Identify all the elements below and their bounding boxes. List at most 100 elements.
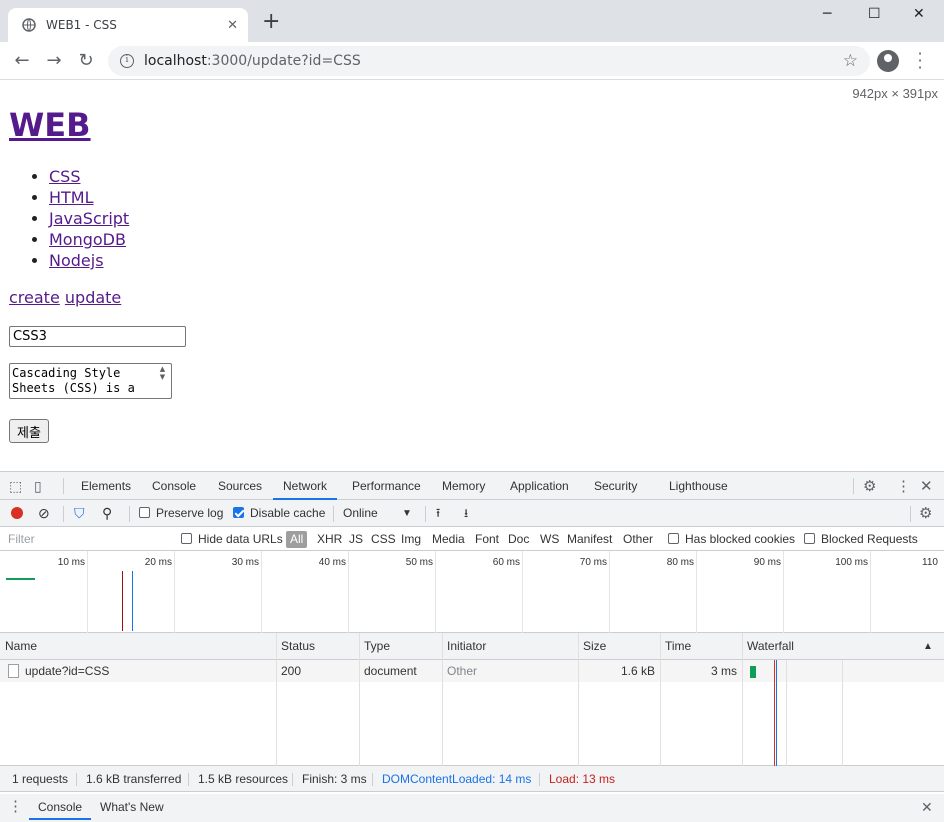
- column-header-time[interactable]: Time: [660, 633, 691, 660]
- create-link[interactable]: create: [9, 288, 60, 307]
- tab-application[interactable]: Application: [500, 472, 579, 500]
- disable-cache-checkbox[interactable]: Disable cache: [233, 500, 325, 527]
- tab-elements[interactable]: Elements: [71, 472, 141, 500]
- filter-type-all[interactable]: All: [286, 531, 308, 548]
- description-textarea[interactable]: Cascading Style Sheets (CSS) is a: [9, 363, 172, 399]
- preserve-log-checkbox[interactable]: Preserve log: [139, 500, 223, 527]
- column-divider[interactable]: [442, 633, 443, 766]
- requests-count: 1 requests: [12, 772, 69, 786]
- maximize-button[interactable]: ☐: [868, 6, 881, 22]
- nav-link-nodejs[interactable]: Nodejs: [49, 251, 104, 270]
- column-header-status[interactable]: Status: [276, 633, 315, 660]
- sort-ascending-icon[interactable]: ▲: [918, 633, 933, 660]
- filter-type-xhr[interactable]: XHR: [317, 527, 342, 551]
- address-bar[interactable]: i localhost:3000/update?id=CSS ☆: [108, 46, 870, 76]
- filter-type-ws[interactable]: WS: [540, 527, 559, 551]
- search-icon[interactable]: ⚲: [102, 500, 112, 527]
- close-tab-icon[interactable]: ✕: [227, 18, 238, 33]
- divider: [333, 506, 334, 522]
- tab-performance[interactable]: Performance: [342, 472, 431, 500]
- tab-sources[interactable]: Sources: [208, 472, 272, 500]
- tick-label: 80 ms: [666, 557, 694, 568]
- drawer-tab-console[interactable]: Console: [29, 794, 92, 820]
- filter-type-media[interactable]: Media: [432, 527, 465, 551]
- table-header: Name Status Type Initiator Size Time Wat…: [0, 633, 944, 660]
- blocked-requests-checkbox[interactable]: Blocked Requests: [804, 527, 918, 551]
- settings-gear-icon[interactable]: ⚙: [863, 477, 876, 495]
- filter-bar: Filter Hide data URLs All XHR JS CSS Img…: [0, 527, 944, 551]
- bookmark-star-icon[interactable]: ☆: [843, 51, 858, 71]
- waterfall-dcl-line: [776, 660, 777, 766]
- column-divider[interactable]: [578, 633, 579, 766]
- hide-data-urls-checkbox[interactable]: Hide data URLs: [181, 527, 283, 551]
- tab-memory[interactable]: Memory: [432, 472, 495, 500]
- filter-type-js[interactable]: JS: [349, 527, 363, 551]
- close-devtools-icon[interactable]: ✕: [920, 477, 933, 495]
- device-toolbar-icon[interactable]: ▯: [34, 478, 50, 494]
- new-tab-button[interactable]: +: [262, 11, 280, 33]
- url-path: :3000/update?id=CSS: [206, 53, 361, 69]
- drawer-tab-whats-new[interactable]: What's New: [91, 794, 173, 820]
- tab-console[interactable]: Console: [142, 472, 206, 500]
- nav-link-mongodb[interactable]: MongoDB: [49, 230, 126, 249]
- column-divider[interactable]: [276, 633, 277, 766]
- home-link[interactable]: WEB: [9, 106, 91, 144]
- tab-security[interactable]: Security: [584, 472, 647, 500]
- column-header-waterfall[interactable]: Waterfall: [742, 633, 794, 660]
- nav-link-css[interactable]: CSS: [49, 167, 80, 186]
- close-drawer-icon[interactable]: ✕: [912, 794, 942, 820]
- network-settings-icon[interactable]: ⚙: [919, 500, 932, 527]
- profile-avatar-icon[interactable]: [877, 50, 899, 72]
- tick-label: 40 ms: [318, 557, 346, 568]
- column-header-type[interactable]: Type: [359, 633, 390, 660]
- reload-icon[interactable]: ↻: [76, 51, 96, 71]
- site-info-icon[interactable]: i: [120, 54, 134, 68]
- request-bar: [6, 578, 35, 580]
- record-icon[interactable]: [11, 507, 23, 519]
- filter-input[interactable]: Filter: [4, 530, 172, 548]
- filter-type-doc[interactable]: Doc: [508, 527, 529, 551]
- filter-icon[interactable]: ⛉: [74, 500, 85, 527]
- column-header-size[interactable]: Size: [578, 633, 606, 660]
- forward-icon[interactable]: →: [44, 51, 64, 71]
- column-divider[interactable]: [359, 633, 360, 766]
- table-row[interactable]: update?id=CSS 200 document Other 1.6 kB …: [0, 660, 944, 682]
- export-har-icon[interactable]: ⭳: [464, 500, 468, 527]
- browser-tab[interactable]: WEB1 - CSS ✕: [8, 8, 248, 42]
- globe-icon: [22, 18, 36, 32]
- nav-link-html[interactable]: HTML: [49, 188, 94, 207]
- column-divider[interactable]: [742, 633, 743, 766]
- back-icon[interactable]: ←: [12, 51, 32, 71]
- browser-menu-icon[interactable]: · · ·: [916, 46, 924, 76]
- import-har-icon[interactable]: ⭱: [436, 500, 440, 527]
- throttling-select[interactable]: Online: [343, 500, 378, 527]
- filter-type-manifest[interactable]: Manifest: [567, 527, 612, 551]
- column-header-name[interactable]: Name: [0, 633, 37, 660]
- filter-type-font[interactable]: Font: [475, 527, 499, 551]
- submit-button[interactable]: 제출: [9, 419, 49, 443]
- network-overview[interactable]: 10 ms 20 ms 30 ms 40 ms 50 ms 60 ms 70 m…: [0, 551, 944, 633]
- more-options-icon[interactable]: ⋮: [896, 477, 911, 495]
- tab-lighthouse[interactable]: Lighthouse: [659, 472, 738, 500]
- clear-icon[interactable]: ⊘: [38, 500, 50, 527]
- tab-network[interactable]: Network: [273, 472, 338, 500]
- update-link[interactable]: update: [65, 288, 121, 307]
- filter-type-img[interactable]: Img: [401, 527, 421, 551]
- inspect-element-icon[interactable]: ⬚: [9, 478, 25, 494]
- close-window-button[interactable]: ✕: [913, 6, 925, 22]
- waterfall-bar: [750, 666, 756, 678]
- textarea-scrollbar[interactable]: ▲ ▼: [155, 365, 170, 397]
- tick-label: 100 ms: [835, 557, 868, 568]
- filter-type-other[interactable]: Other: [623, 527, 653, 551]
- divider: [76, 773, 77, 786]
- column-divider[interactable]: [660, 633, 661, 766]
- has-blocked-cookies-checkbox[interactable]: Has blocked cookies: [668, 527, 795, 551]
- filter-type-css[interactable]: CSS: [371, 527, 396, 551]
- drawer-menu-icon[interactable]: ⋮: [8, 794, 23, 820]
- column-header-initiator[interactable]: Initiator: [442, 633, 486, 660]
- minimize-button[interactable]: ─: [823, 6, 831, 22]
- tick-label: 60 ms: [492, 557, 520, 568]
- dropdown-arrow-icon[interactable]: ▼: [402, 500, 412, 527]
- title-input[interactable]: [9, 326, 186, 347]
- nav-link-javascript[interactable]: JavaScript: [49, 209, 129, 228]
